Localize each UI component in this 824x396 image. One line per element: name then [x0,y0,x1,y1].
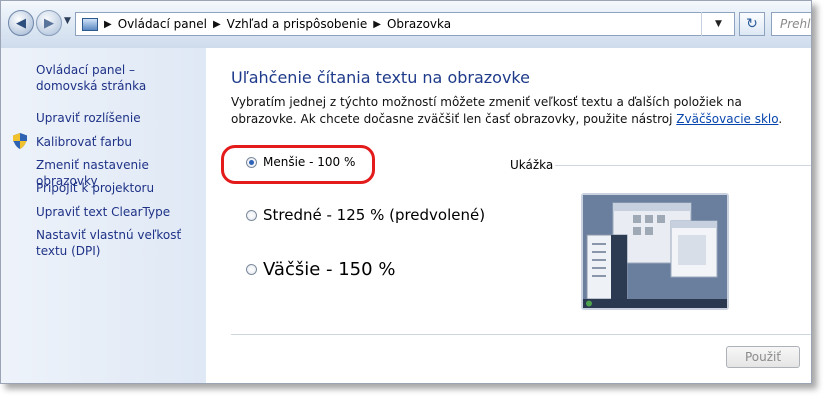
breadcrumb-control-panel[interactable]: Ovládací panel [118,17,207,31]
chevron-down-icon: ▼ [715,19,722,29]
radio-smaller[interactable] [246,156,257,168]
option-medium[interactable]: Stredné - 125 % (predvolené) [246,206,485,224]
radio-larger[interactable] [246,264,257,275]
control-panel-window: ◀ ▶ ▼ ▶ Ovládací panel ▶ Vzhľad a prispô… [0,0,812,384]
option-larger-label[interactable]: Väčšie - 150 % [263,259,395,280]
description-body: Vybratím jednej z týchto možností môžete… [231,95,742,126]
bottom-divider [231,334,811,335]
forward-button[interactable]: ▶ [36,10,62,36]
page-title: Uľahčenie čítania textu na obrazovke [231,68,530,87]
sidebar-item-calibrate-color[interactable]: Kalibrovať farbu [36,134,132,150]
chevron-right-icon[interactable]: ▶ [373,19,381,30]
address-field[interactable]: ▶ Ovládací panel ▶ Vzhľad a prispôsobeni… [75,12,735,36]
option-smaller[interactable]: Menšie - 100 % [246,155,355,169]
refresh-button[interactable]: ↻ [739,12,765,36]
chevron-right-icon[interactable]: ▶ [104,19,112,30]
option-smaller-label[interactable]: Menšie - 100 % [263,155,355,169]
breadcrumb-appearance[interactable]: Vzhľad a prispôsobenie [227,17,368,31]
sidebar-item-control-panel-home[interactable]: Ovládací panel – domovská stránka [36,62,196,94]
option-larger[interactable]: Väčšie - 150 % [246,259,395,280]
description-end: . [778,112,783,126]
address-dropdown-button[interactable]: ▼ [701,12,735,36]
recent-pages-button[interactable]: ▼ [64,16,71,26]
arrow-left-icon: ◀ [16,15,26,31]
magnifier-link[interactable]: Zväčšovacie sklo [676,112,778,126]
sidebar-item-adjust-cleartype[interactable]: Upraviť text ClearType [36,204,170,220]
preview-divider [555,165,811,166]
shield-icon [13,133,27,149]
search-input[interactable]: Prehľ [771,12,811,36]
chevron-right-icon[interactable]: ▶ [213,19,221,30]
refresh-icon: ↻ [746,16,758,32]
sidebar-item-connect-projector[interactable]: Pripojiť k projektoru [36,180,154,196]
arrow-right-icon: ▶ [44,15,54,31]
control-panel-icon [82,17,98,31]
apply-button[interactable]: Použiť [726,346,800,368]
sidebar-item-adjust-resolution[interactable]: Upraviť rozlíšenie [36,110,141,126]
option-medium-label[interactable]: Stredné - 125 % (predvolené) [263,206,485,224]
main-content: Uľahčenie čítania textu na obrazovke Vyb… [206,48,811,383]
navigation-bar: ◀ ▶ ▼ ▶ Ovládací panel ▶ Vzhľad a prispô… [1,1,811,49]
breadcrumb-display[interactable]: Obrazovka [387,17,451,31]
desktop-preview-icon [583,195,727,308]
preview-image [581,193,729,310]
sidebar-item-custom-dpi[interactable]: Nastaviť vlastnú veľkosť textu (DPI) [36,227,201,259]
description-text: Vybratím jednej z týchto možností môžete… [231,94,801,128]
preview-label: Ukážka [510,158,554,172]
radio-medium[interactable] [246,209,257,221]
task-pane: Ovládací panel – domovská stránka Upravi… [1,48,206,383]
back-button[interactable]: ◀ [8,10,34,36]
